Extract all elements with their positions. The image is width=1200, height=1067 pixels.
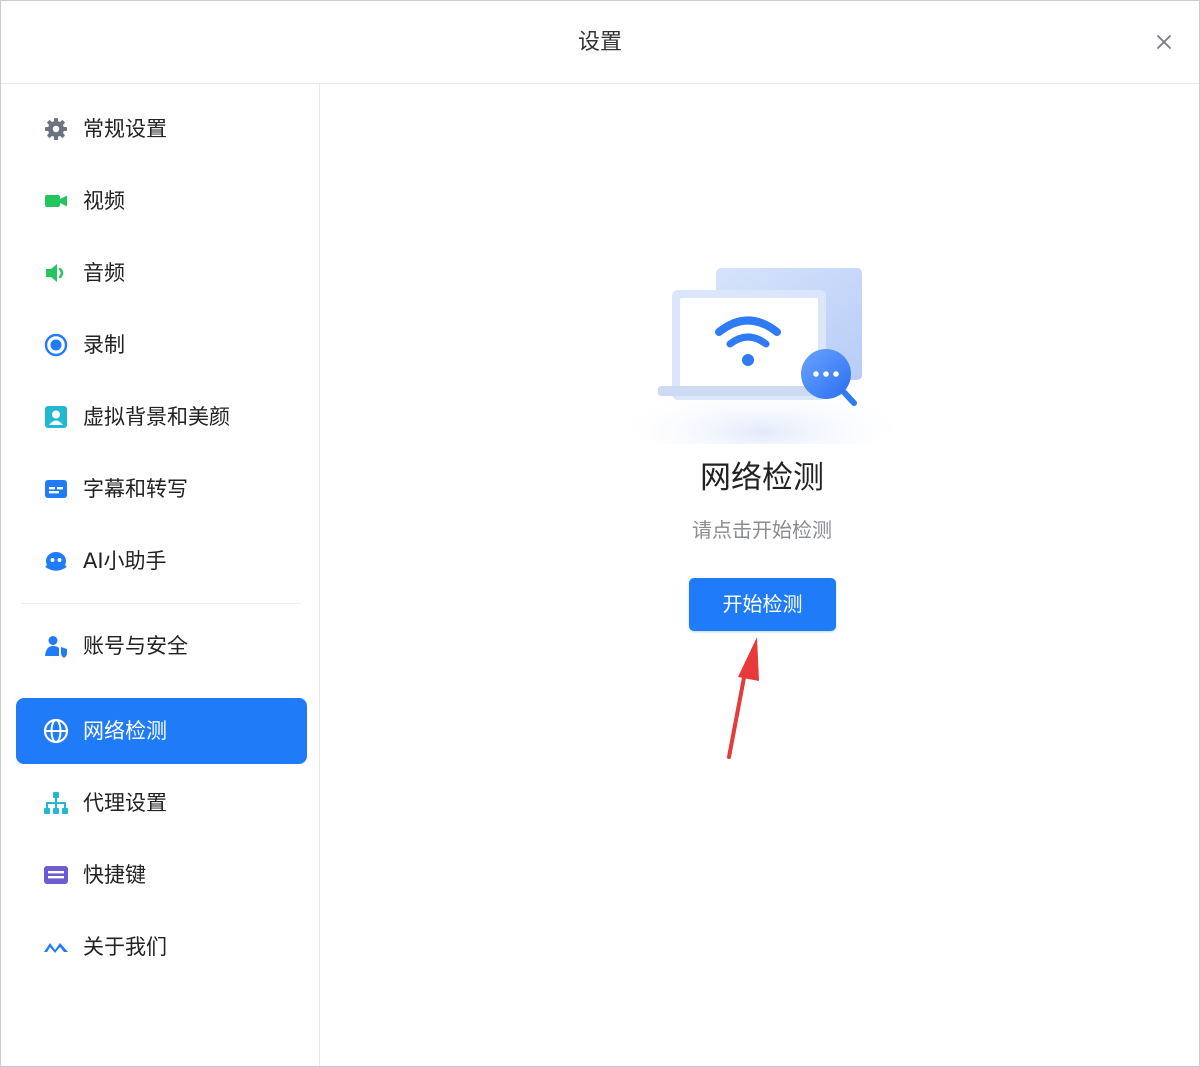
sidebar-item-label: 虚拟背景和美颜 [83,405,230,429]
sidebar-item-label: 视频 [83,189,125,213]
sidebar-item-video[interactable]: 视频 [16,168,307,234]
sidebar-item-label: 常规设置 [83,117,167,141]
page-subtitle: 请点击开始检测 [692,518,832,542]
sidebar-item-general[interactable]: 常规设置 [16,96,307,162]
title-bar: 设置 [1,1,1199,84]
sidebar-divider [21,603,301,604]
sidebar-item-virtual-background[interactable]: 虚拟背景和美颜 [16,384,307,450]
user-shield-icon [45,636,67,658]
sidebar-item-label: 网络检测 [83,719,167,743]
sidebar-item-account-security[interactable]: 账号与安全 [16,613,307,679]
video-camera-icon [45,195,67,207]
sidebar-item-label: 代理设置 [83,791,167,815]
logo-icon [44,943,68,953]
sidebar-item-proxy[interactable]: 代理设置 [16,770,307,836]
sidebar-item-record[interactable]: 录制 [16,312,307,378]
sidebar-item-label: 字幕和转写 [83,477,188,501]
settings-window: 设置 常规设置 视频 音频 录制 虚拟背景和美颜 字幕和转写 AI小助手 账号与… [0,0,1200,1067]
sidebar-item-label: AI小助手 [83,549,167,573]
gear-icon [45,118,67,140]
record-icon [44,333,68,357]
network-tree-icon [44,792,68,814]
page-title: 网络检测 [700,460,824,496]
keyboard-icon [44,866,68,884]
sidebar-item-about[interactable]: 关于我们 [16,914,307,980]
sidebar-item-label: 录制 [83,333,125,357]
network-illustration [622,268,902,444]
settings-sidebar: 常规设置 视频 音频 录制 虚拟背景和美颜 字幕和转写 AI小助手 账号与安全 … [1,84,320,1066]
sidebar-item-ai-assistant[interactable]: AI小助手 [16,528,307,594]
subtitles-icon [45,480,67,498]
sidebar-item-label: 音频 [83,261,125,285]
sidebar-item-subtitles[interactable]: 字幕和转写 [16,456,307,522]
globe-icon [43,718,69,744]
robot-icon [45,552,67,571]
portrait-icon [45,406,67,428]
sidebar-item-label: 账号与安全 [83,634,188,658]
window-title: 设置 [577,30,622,55]
start-check-button[interactable]: 开始检测 [689,578,836,631]
close-icon[interactable] [1151,29,1177,55]
network-check-panel: 网络检测 请点击开始检测 开始检测 [320,84,1199,1066]
sidebar-item-audio[interactable]: 音频 [16,240,307,306]
sidebar-item-label: 关于我们 [83,935,167,959]
speaker-icon [46,264,64,282]
sidebar-item-label: 快捷键 [83,863,146,887]
sidebar-item-shortcuts[interactable]: 快捷键 [16,842,307,908]
sidebar-item-network-check[interactable]: 网络检测 [16,698,307,764]
annotation-arrow-icon [727,637,759,759]
